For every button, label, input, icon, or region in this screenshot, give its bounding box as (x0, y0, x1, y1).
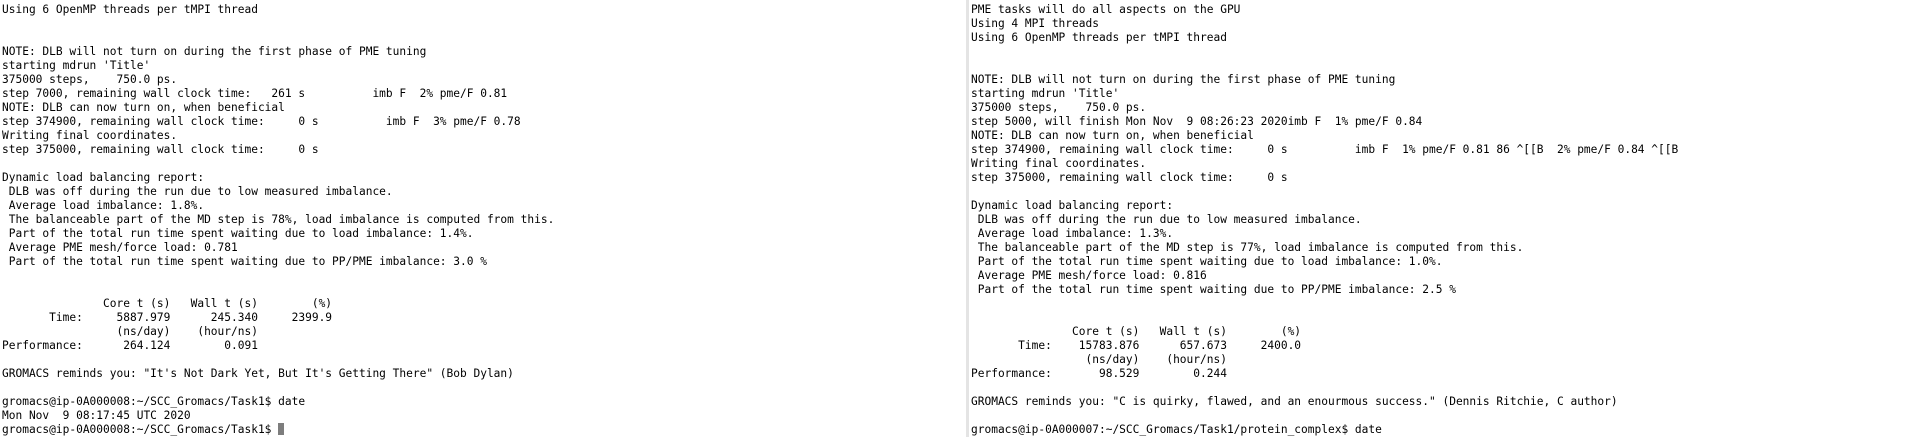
terminal-line: step 7000, remaining wall clock time: 26… (2, 87, 508, 100)
terminal-prompt-line[interactable]: gromacs@ip-0A000008:~/SCC_Gromacs/Task1$ (2, 423, 554, 437)
terminal-line: step 375000, remaining wall clock time: … (971, 171, 1288, 184)
terminal-line: gromacs@ip-0A000007:~/SCC_Gromacs/Task1/… (971, 423, 1382, 436)
terminal-line: NOTE: DLB will not turn on during the fi… (2, 45, 427, 58)
terminal-line: Writing final coordinates. (2, 129, 178, 142)
terminal-line: Using 4 MPI threads (971, 17, 1099, 30)
terminal-line: Average PME mesh/force load: 0.781 (2, 241, 238, 254)
terminal-line: Average PME mesh/force load: 0.816 (971, 269, 1207, 282)
terminal-line: (ns/day) (hour/ns) (971, 353, 1227, 366)
terminal-line: step 375000, remaining wall clock time: … (2, 143, 319, 156)
terminal-line: step 374900, remaining wall clock time: … (971, 143, 1679, 156)
terminal-line: DLB was off during the run due to low me… (971, 213, 1362, 226)
terminal-line: Core t (s) Wall t (s) (%) (971, 325, 1302, 338)
terminal-line: Average load imbalance: 1.3%. (971, 227, 1174, 240)
terminal-line: gromacs@ip-0A000008:~/SCC_Gromacs/Task1$… (2, 395, 306, 408)
terminal-line: Part of the total run time spent waiting… (971, 283, 1456, 296)
left-terminal-output: Using 6 OpenMP threads per tMPI thread N… (2, 3, 554, 437)
terminal-line: step 374900, remaining wall clock time: … (2, 115, 521, 128)
terminal-line: NOTE: DLB can now turn on, when benefici… (2, 101, 285, 114)
terminal-line: GROMACS reminds you: "C is quirky, flawe… (971, 395, 1618, 408)
terminal-line: step 5000, will finish Mon Nov 9 08:26:2… (971, 115, 1423, 128)
terminal-line: Writing final coordinates. (971, 157, 1147, 170)
terminal-line: Time: 5887.979 245.340 2399.9 (2, 311, 333, 324)
terminal-line: NOTE: DLB will not turn on during the fi… (971, 73, 1396, 86)
terminal-line: Using 6 OpenMP threads per tMPI thread (2, 3, 258, 16)
terminal-line: 375000 steps, 750.0 ps. (2, 73, 178, 86)
terminal-line: Part of the total run time spent waiting… (2, 227, 474, 240)
terminal-line: Dynamic load balancing report: (971, 199, 1174, 212)
terminal-line: Average load imbalance: 1.8%. (2, 199, 205, 212)
terminal-cursor (278, 423, 285, 435)
left-terminal-pane[interactable]: Using 6 OpenMP threads per tMPI thread N… (0, 0, 968, 437)
terminal-line: Performance: 98.529 0.244 (971, 367, 1227, 380)
terminal-line: Time: 15783.876 657.673 2400.0 (971, 339, 1302, 352)
shell-prompt: gromacs@ip-0A000008:~/SCC_Gromacs/Task1$ (2, 423, 279, 436)
terminal-line: starting mdrun 'Title' (2, 59, 151, 72)
terminal-line: NOTE: DLB can now turn on, when benefici… (971, 129, 1254, 142)
terminal-line: (ns/day) (hour/ns) (2, 325, 258, 338)
right-terminal-output: PME tasks will do all aspects on the GPU… (971, 3, 1678, 437)
right-terminal-pane[interactable]: PME tasks will do all aspects on the GPU… (969, 0, 1917, 437)
terminal-line: Core t (s) Wall t (s) (%) (2, 297, 333, 310)
terminal-line: The balanceable part of the MD step is 7… (2, 213, 555, 226)
terminal-line: Performance: 264.124 0.091 (2, 339, 258, 352)
terminal-line: GROMACS reminds you: "It's Not Dark Yet,… (2, 367, 514, 380)
terminal-line: starting mdrun 'Title' (971, 87, 1120, 100)
terminal-line: DLB was off during the run due to low me… (2, 185, 393, 198)
terminal-line: Part of the total run time spent waiting… (971, 255, 1443, 268)
terminal-line: PME tasks will do all aspects on the GPU (971, 3, 1241, 16)
terminal-line: 375000 steps, 750.0 ps. (971, 101, 1147, 114)
terminal-line: Mon Nov 9 08:17:45 UTC 2020 (2, 409, 191, 422)
terminal-line: Using 6 OpenMP threads per tMPI thread (971, 31, 1227, 44)
terminal-line: Dynamic load balancing report: (2, 171, 205, 184)
terminal-line: The balanceable part of the MD step is 7… (971, 241, 1524, 254)
terminal-line: Part of the total run time spent waiting… (2, 255, 487, 268)
